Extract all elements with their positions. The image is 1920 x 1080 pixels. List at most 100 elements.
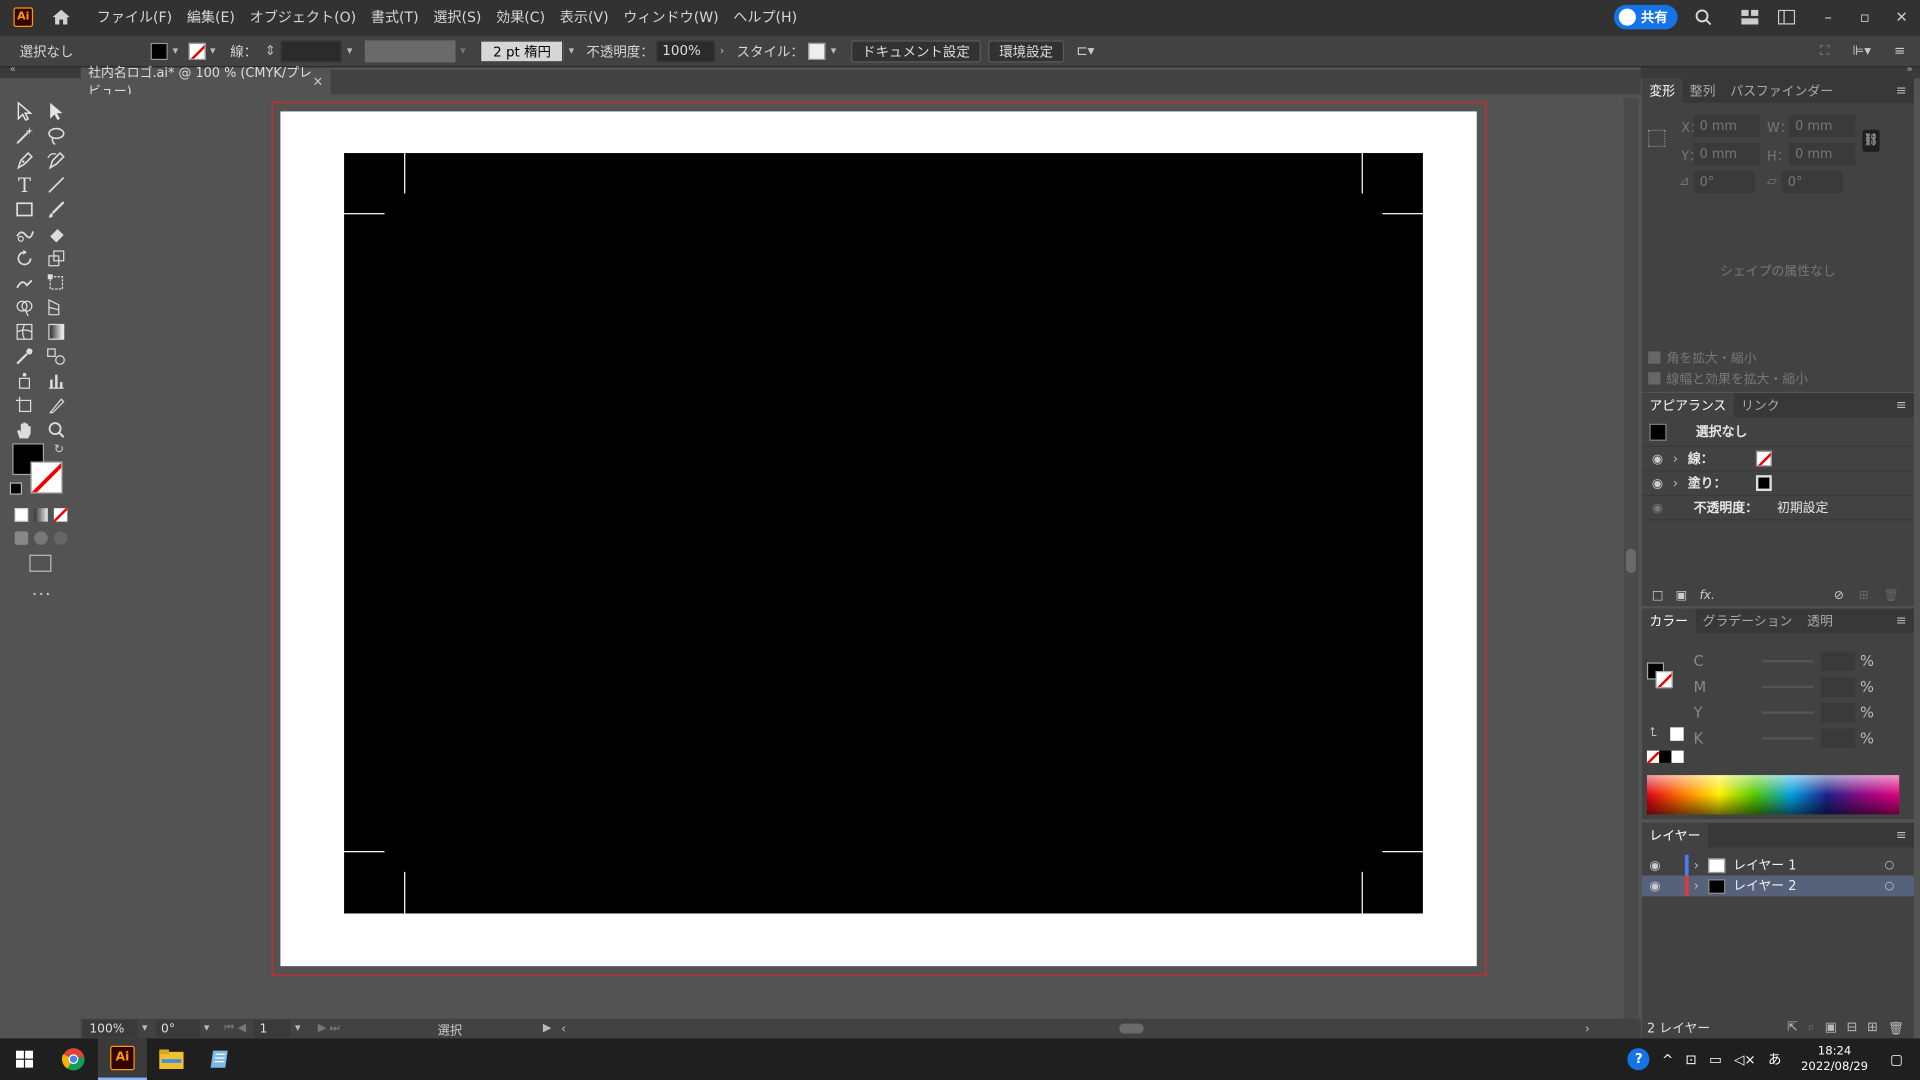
eye-icon[interactable]: ◉ [1649, 858, 1660, 873]
pen-tool-icon[interactable] [12, 149, 36, 171]
help-icon[interactable]: ? [1627, 1048, 1650, 1071]
menu-object[interactable]: オブジェクト(O) [242, 7, 363, 27]
channel-slider-c[interactable] [1762, 659, 1814, 662]
preferences-button[interactable]: 環境設定 [988, 39, 1065, 62]
minimize-icon[interactable]: – [1817, 6, 1839, 28]
graphic-style-swatch[interactable] [808, 42, 826, 60]
ime-indicator[interactable]: あ [1768, 1049, 1781, 1069]
tab-align[interactable]: 整列 [1682, 78, 1722, 102]
workspace-icon[interactable] [1739, 6, 1761, 28]
type-tool-icon[interactable]: T [12, 173, 36, 196]
stroke-swatch[interactable] [187, 42, 206, 60]
notifications-icon[interactable]: ▢ [1890, 1051, 1903, 1067]
maximize-icon[interactable]: ▫ [1854, 6, 1876, 28]
eye-icon[interactable]: ◉ [1649, 879, 1660, 894]
constrain-proportions-icon[interactable]: ⛓ [1862, 129, 1880, 152]
network-icon[interactable]: ⊡ [1686, 1051, 1697, 1067]
trash-icon[interactable]: 🗑 [1888, 1019, 1904, 1036]
draw-behind-icon[interactable] [34, 531, 48, 545]
selection-tool-icon[interactable] [12, 100, 36, 122]
tray-expand-icon[interactable]: ^ [1662, 1051, 1673, 1067]
color-stroke-box[interactable] [1655, 671, 1673, 689]
channel-slider-k[interactable] [1762, 736, 1814, 739]
vertical-scroll-thumb[interactable] [1626, 548, 1636, 574]
close-tab-icon[interactable]: × [312, 75, 323, 90]
trash-icon[interactable]: 🗑 [1884, 588, 1900, 601]
clock[interactable]: 18:24 2022/08/29 [1801, 1043, 1868, 1075]
tab-transparency[interactable]: 透明 [1800, 609, 1840, 633]
stroke-attr-swatch[interactable] [1756, 450, 1773, 467]
chevron-down-icon[interactable]: ▾ [460, 45, 466, 57]
add-stroke-icon[interactable]: □ [1652, 588, 1664, 601]
zoom-field[interactable]: 100% [83, 1020, 138, 1038]
rectangle-tool-icon[interactable] [12, 198, 36, 220]
reference-point-icon[interactable] [1648, 129, 1666, 147]
collapse-icon[interactable]: « [10, 64, 16, 75]
notepad-icon[interactable] [196, 1038, 245, 1080]
illustrator-taskbar-icon[interactable]: Ai [97, 1038, 147, 1080]
tab-transform[interactable]: 変形 [1642, 78, 1683, 103]
close-window-icon[interactable]: ✕ [1891, 6, 1913, 28]
none-mode-icon[interactable] [53, 508, 68, 522]
default-colors-icon[interactable] [9, 482, 23, 495]
none-swatch[interactable] [1646, 750, 1660, 763]
screen-mode-icon[interactable] [29, 554, 52, 572]
layer-name[interactable]: レイヤー 2 [1733, 877, 1796, 895]
shear-input[interactable]: 0° [1781, 171, 1843, 194]
fill-attr-swatch[interactable] [1756, 475, 1773, 492]
search-icon[interactable] [1692, 6, 1714, 28]
free-transform-icon[interactable] [44, 272, 68, 294]
menu-window[interactable]: ウィンドウ(W) [616, 7, 726, 27]
scroll-right-icon[interactable]: › [1585, 1022, 1590, 1035]
lasso-icon[interactable] [44, 125, 68, 147]
menu-edit[interactable]: 編集(E) [180, 7, 243, 27]
opacity-input[interactable]: 100% [656, 39, 715, 62]
hand-tool-icon[interactable] [12, 419, 36, 441]
clear-appearance-icon[interactable]: ⊘ [1834, 588, 1844, 601]
menu-view[interactable]: 表示(V) [552, 7, 615, 27]
display-icon[interactable]: ▭ [1709, 1051, 1722, 1067]
panel-menu-icon[interactable]: ≡ [1896, 828, 1907, 843]
vertical-scrollbar[interactable] [1623, 97, 1639, 1019]
align-menu-icon[interactable]: ⊏▾ [1076, 43, 1094, 59]
artboard-tool-icon[interactable] [12, 394, 36, 416]
arrange-documents-icon[interactable] [1776, 6, 1798, 28]
channel-slider-y[interactable] [1762, 710, 1814, 714]
status-menu-icon[interactable]: ▶ [543, 1022, 551, 1034]
direct-selection-tool-icon[interactable] [44, 100, 68, 122]
mesh-tool-icon[interactable] [12, 321, 36, 343]
eye-icon[interactable]: ◉ [1652, 451, 1663, 466]
channel-input-k[interactable] [1820, 727, 1856, 748]
windows-start-icon[interactable] [0, 1038, 49, 1080]
chevron-right-icon[interactable]: › [720, 45, 724, 57]
control-menu-icon[interactable]: ≡ [1894, 43, 1905, 59]
eye-icon[interactable]: ◉ [1652, 500, 1663, 515]
menu-help[interactable]: ヘルプ(H) [726, 7, 805, 27]
gradient-tool-icon[interactable] [44, 321, 68, 343]
menu-effect[interactable]: 効果(C) [489, 7, 553, 27]
column-graph-icon[interactable] [44, 370, 68, 392]
chevron-down-icon[interactable]: ▾ [142, 1022, 148, 1034]
w-input[interactable]: 0 mm [1788, 115, 1856, 138]
layer-target-icon[interactable]: ○ [1885, 859, 1895, 871]
angle-input[interactable]: 0° [1693, 171, 1755, 194]
channel-input-c[interactable] [1820, 650, 1856, 671]
expand-icon[interactable]: » [1907, 64, 1913, 75]
menu-select[interactable]: 選択(S) [426, 7, 489, 27]
layer-row-1[interactable]: ◉ › レイヤー 1 ○ [1642, 854, 1914, 876]
chevron-right-icon[interactable]: › [1694, 879, 1699, 894]
perspective-grid-icon[interactable] [44, 296, 68, 318]
artboard-number[interactable]: 1 [253, 1020, 291, 1038]
tab-layers[interactable]: レイヤー [1642, 822, 1708, 848]
tab-links[interactable]: リンク [1734, 393, 1787, 417]
chevron-down-icon[interactable]: ▾ [831, 45, 837, 57]
stroke-color-box[interactable] [30, 461, 63, 494]
eyedropper-icon[interactable] [12, 345, 36, 367]
swap-fill-stroke-icon[interactable]: ↻ [54, 443, 64, 456]
white-swatch[interactable] [1671, 750, 1684, 763]
layer-name[interactable]: レイヤー 1 [1733, 856, 1796, 874]
clipping-mask-icon[interactable]: ▣ [1825, 1020, 1837, 1035]
rotate-tool-icon[interactable] [12, 247, 36, 269]
tab-appearance[interactable]: アピアランス [1642, 393, 1734, 418]
color-spectrum[interactable] [1646, 775, 1900, 815]
